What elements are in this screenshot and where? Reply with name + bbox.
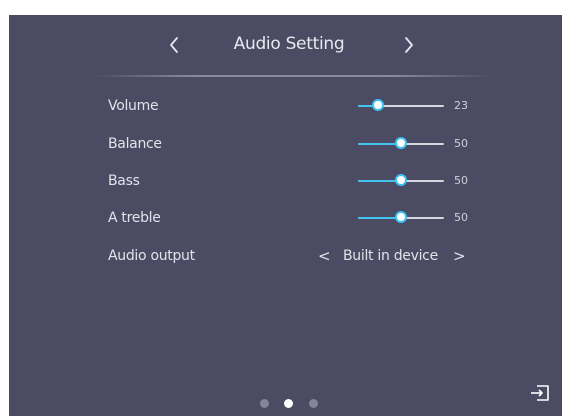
slider-thumb[interactable] (397, 176, 405, 184)
setting-row-audio-output[interactable]: Audio output < Built in device > (9, 244, 562, 268)
slider-thumb[interactable] (397, 139, 405, 147)
page-dot[interactable] (309, 399, 318, 408)
chevron-left-icon (170, 37, 178, 53)
setting-row-balance[interactable]: Balance 50 (9, 132, 562, 156)
setting-label: A treble (108, 210, 161, 226)
slider-thumb[interactable] (397, 213, 405, 221)
setting-value: 50 (454, 211, 468, 224)
treble-slider[interactable] (358, 213, 444, 221)
volume-slider[interactable] (358, 101, 444, 109)
header: Audio Setting (9, 15, 562, 81)
input-source-button[interactable] (530, 384, 550, 402)
page-dot[interactable] (260, 399, 269, 408)
slider-thumb[interactable] (373, 101, 382, 109)
setting-value: 23 (454, 99, 468, 112)
input-source-icon (531, 385, 549, 401)
balance-slider[interactable] (358, 139, 444, 147)
setting-row-treble[interactable]: A treble 50 (9, 206, 562, 230)
audio-setting-screen: Audio Setting Volume 23 Balance 50 Bass (9, 15, 562, 416)
setting-value: 50 (454, 137, 468, 150)
setting-row-bass[interactable]: Bass 50 (9, 169, 562, 193)
bass-slider[interactable] (358, 176, 444, 184)
setting-row-volume[interactable]: Volume 23 (9, 94, 562, 118)
output-next-button[interactable]: > (453, 244, 466, 268)
setting-label: Bass (108, 173, 140, 189)
slider-fill (358, 143, 401, 145)
slider-fill (358, 217, 401, 219)
prev-page-button[interactable] (162, 33, 186, 57)
setting-label: Volume (108, 98, 159, 114)
setting-label: Audio output (108, 248, 195, 264)
slider-fill (358, 180, 401, 182)
page-title: Audio Setting (233, 34, 345, 54)
page-indicator (254, 399, 324, 409)
output-prev-button[interactable]: < (318, 244, 331, 268)
setting-value: 50 (454, 174, 468, 187)
next-page-button[interactable] (397, 33, 421, 57)
audio-output-value: Built in device (343, 248, 438, 264)
setting-label: Balance (108, 136, 162, 152)
page-dot[interactable] (284, 399, 293, 408)
chevron-right-icon (405, 37, 413, 53)
header-divider (93, 75, 493, 77)
